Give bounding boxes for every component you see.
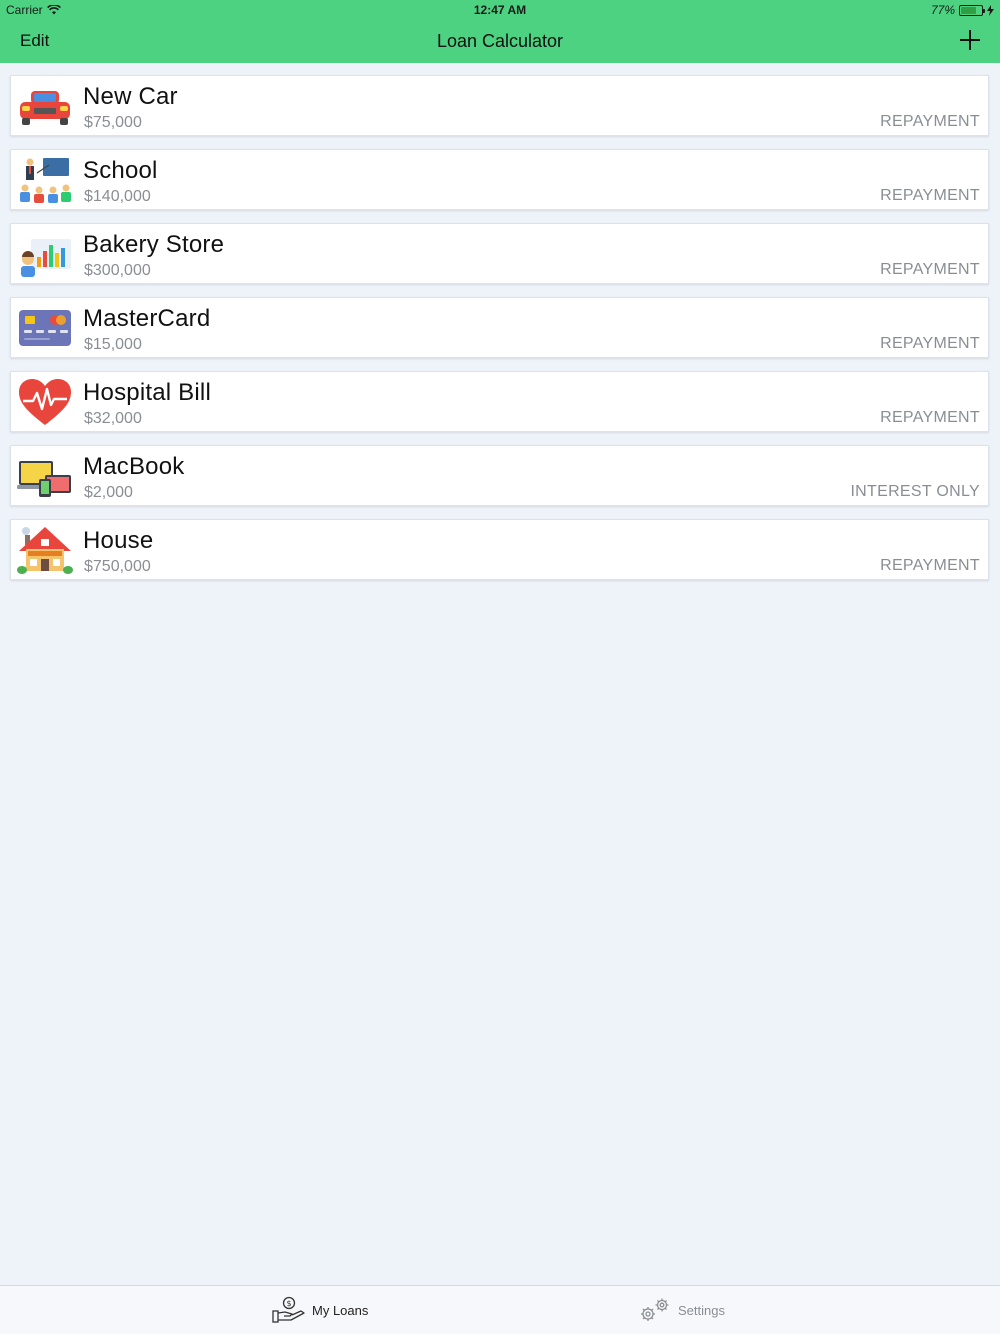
- loan-amount: $140,000: [84, 188, 151, 205]
- loan-title: New Car: [83, 83, 178, 110]
- loan-amount: $2,000: [84, 484, 133, 501]
- car-icon: [20, 91, 70, 125]
- laptop-icon: [17, 461, 71, 497]
- loan-title: MasterCard: [83, 305, 211, 332]
- loan-title: Bakery Store: [83, 231, 225, 258]
- loan-type: INTEREST ONLY: [850, 483, 980, 500]
- battery-icon: [959, 4, 985, 16]
- loan-row[interactable]: House $750,000 REPAYMENT: [10, 519, 989, 580]
- loan-type: REPAYMENT: [880, 261, 980, 278]
- tab-label: Settings: [678, 1302, 725, 1318]
- status-bar: Carrier 12:47 AM 77%: [0, 0, 1000, 20]
- loan-amount: $15,000: [84, 336, 142, 353]
- loan-amount: $75,000: [84, 114, 142, 131]
- status-time: 12:47 AM: [473, 3, 527, 17]
- loan-title: School: [83, 157, 158, 184]
- tab-label: My Loans: [312, 1302, 369, 1318]
- loan-amount: $750,000: [84, 558, 151, 575]
- loan-row[interactable]: Bakery Store $300,000 REPAYMENT: [10, 223, 989, 284]
- loans-hand-icon: $: [272, 1296, 305, 1323]
- loan-row[interactable]: School $140,000 REPAYMENT: [10, 149, 989, 210]
- status-battery-group: 77%: [931, 3, 994, 17]
- loan-row[interactable]: MacBook $2,000 INTEREST ONLY: [10, 445, 989, 506]
- credit-card-icon: [19, 310, 71, 346]
- bakery-store-icon: [21, 239, 71, 277]
- charging-bolt-icon: [987, 4, 994, 16]
- battery-percent: 77%: [930, 3, 955, 17]
- school-icon: [20, 158, 71, 203]
- battery-fill: [961, 6, 977, 14]
- tab-bar: $ My Loans Settings: [0, 1285, 1000, 1334]
- tab-my-loans[interactable]: $ My Loans: [272, 1296, 368, 1324]
- loan-amount: $300,000: [84, 262, 151, 279]
- loan-title: House: [83, 527, 154, 554]
- loan-row[interactable]: MasterCard $15,000 REPAYMENT: [10, 297, 989, 358]
- loan-row[interactable]: New Car $75,000 REPAYMENT: [10, 75, 989, 136]
- loan-type: REPAYMENT: [880, 557, 980, 574]
- svg-text:$: $: [286, 1299, 291, 1308]
- tab-settings[interactable]: Settings: [638, 1296, 725, 1324]
- gear-icon: [641, 1298, 669, 1321]
- plus-icon[interactable]: [958, 28, 982, 52]
- loan-amount: $32,000: [84, 410, 142, 427]
- loan-type: REPAYMENT: [880, 335, 980, 352]
- header: Carrier 12:47 AM 77% Edit Loan Calculato…: [0, 0, 1000, 63]
- loan-row[interactable]: Hospital Bill $32,000 REPAYMENT: [10, 371, 989, 432]
- page-title: Loan Calculator: [436, 31, 564, 51]
- loan-title: Hospital Bill: [83, 379, 211, 406]
- nav-bar: Edit Loan Calculator: [0, 20, 1000, 63]
- loan-type: REPAYMENT: [880, 187, 980, 204]
- house-icon: [17, 527, 73, 574]
- loan-title: MacBook: [83, 453, 185, 480]
- loan-type: REPAYMENT: [880, 113, 980, 130]
- loan-type: REPAYMENT: [880, 409, 980, 426]
- heart-icon: [19, 379, 71, 425]
